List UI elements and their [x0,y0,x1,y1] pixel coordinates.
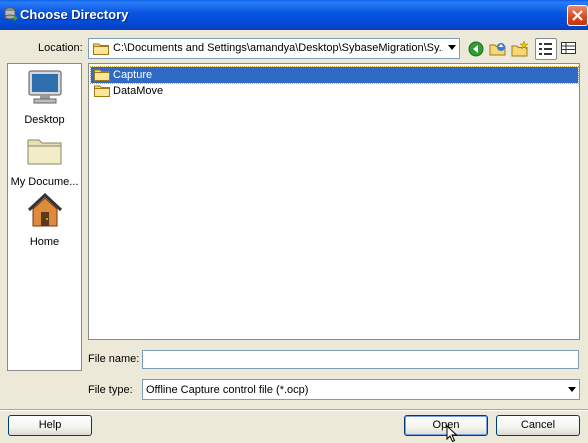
divider-highlight [0,410,588,411]
choose-directory-dialog: Choose Directory Location: C:\Documents … [0,0,588,443]
file-name: DataMove [113,85,164,97]
desktop-icon [28,70,61,104]
places-bar: Desktop My Docume... Home [7,63,82,371]
place-label: Desktop [24,114,65,126]
my-documents-icon [27,139,61,165]
folder-icon [94,68,110,84]
title-bar[interactable]: Choose Directory [0,0,588,30]
file-name-label: File name: [88,353,140,365]
new-folder-button[interactable] [509,38,531,60]
details-view-icon [561,42,576,54]
place-label: My Docume... [10,176,79,188]
help-button[interactable]: Help [8,415,92,436]
up-folder-button[interactable] [487,38,509,60]
list-item[interactable]: DataMove [91,83,578,99]
home-icon [27,192,62,227]
dialog-title: Choose Directory [20,7,129,22]
mouse-cursor-icon [446,425,458,443]
close-icon [572,10,583,21]
place-desktop[interactable]: Desktop [8,68,81,126]
file-type-value: Offline Capture control file (*.ocp) [146,384,309,396]
folder-icon [94,84,110,100]
location-combobox[interactable]: C:\Documents and Settings\amandya\Deskto… [88,38,460,59]
back-icon [468,41,484,57]
cancel-button[interactable]: Cancel [496,415,580,436]
chevron-down-icon[interactable] [568,387,576,392]
new-folder-icon [511,40,529,57]
file-type-combobox[interactable]: Offline Capture control file (*.ocp) [142,379,580,400]
chevron-down-icon[interactable] [448,45,456,50]
back-button[interactable] [465,38,487,60]
location-label: Location: [38,42,83,54]
place-label: Home [29,236,60,248]
file-list[interactable]: Capture DataMove [88,63,580,340]
location-path: C:\Documents and Settings\amandya\Deskto… [113,42,443,54]
location-label-text: Location: [38,42,83,54]
app-icon [3,6,19,22]
close-button[interactable] [567,5,588,26]
list-view-icon [539,43,552,55]
place-home[interactable]: Home [8,190,81,248]
folder-icon [93,42,109,58]
list-view-button[interactable] [535,38,557,60]
file-name-input[interactable] [142,350,579,369]
up-folder-icon [489,43,506,56]
details-view-button[interactable] [559,38,581,60]
file-name: Capture [113,69,153,81]
place-my-documents[interactable]: My Docume... [8,130,81,188]
list-item[interactable]: Capture [90,66,579,84]
file-type-label: File type: [88,384,133,396]
